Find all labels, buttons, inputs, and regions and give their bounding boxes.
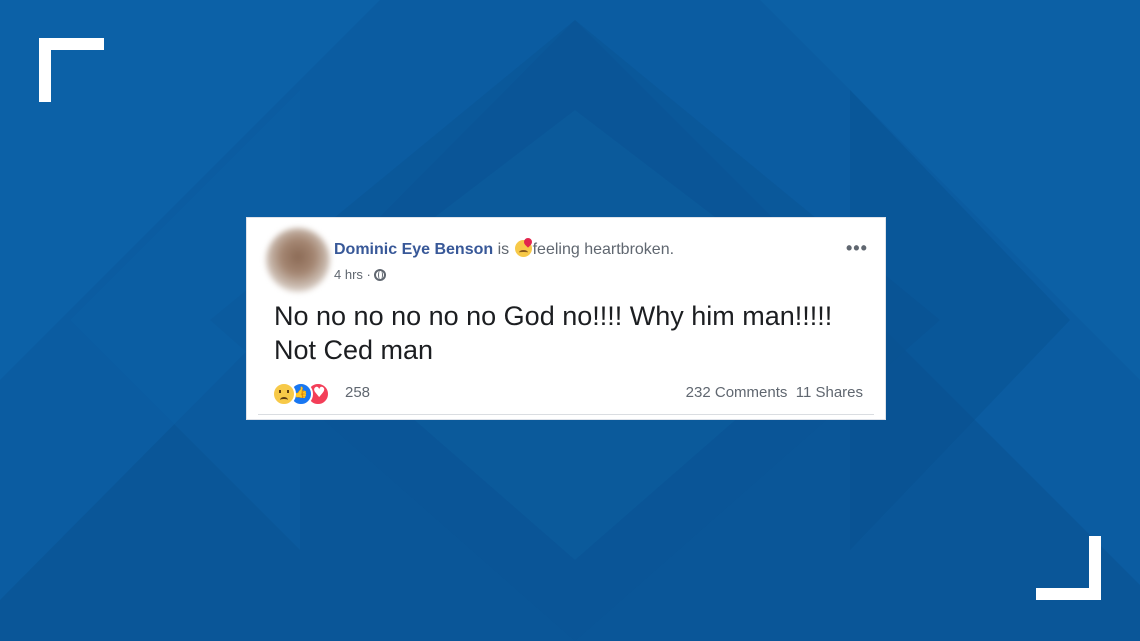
post-text: No no no no no no God no!!!! Why him man…	[274, 301, 833, 365]
author-name-link[interactable]: Dominic Eye Benson	[334, 241, 493, 258]
corner-bracket-bottom-right-vertical	[1089, 536, 1101, 600]
avatar[interactable]	[266, 228, 330, 292]
divider	[258, 414, 874, 415]
post-stats: 232 Comments 11 Shares	[686, 384, 863, 401]
corner-bracket-top-left-vertical	[39, 38, 51, 102]
feeling-text: feeling heartbroken.	[532, 241, 675, 258]
globe-icon[interactable]	[374, 269, 387, 281]
post-header: Dominic Eye Benson is feeling heartbroke…	[334, 240, 674, 259]
sad-reaction-icon	[272, 382, 296, 406]
heartbroken-emoji-icon	[514, 240, 532, 257]
is-text: is	[493, 241, 514, 258]
comments-count-link[interactable]: 232 Comments	[686, 384, 788, 401]
post-timestamp[interactable]: 4 hrs ·	[334, 267, 374, 282]
more-options-icon[interactable]: •••	[846, 238, 868, 259]
post-meta: 4 hrs ·	[334, 267, 387, 282]
shares-count-link[interactable]: 11 Shares	[796, 384, 863, 401]
reaction-count[interactable]: 258	[345, 384, 370, 401]
